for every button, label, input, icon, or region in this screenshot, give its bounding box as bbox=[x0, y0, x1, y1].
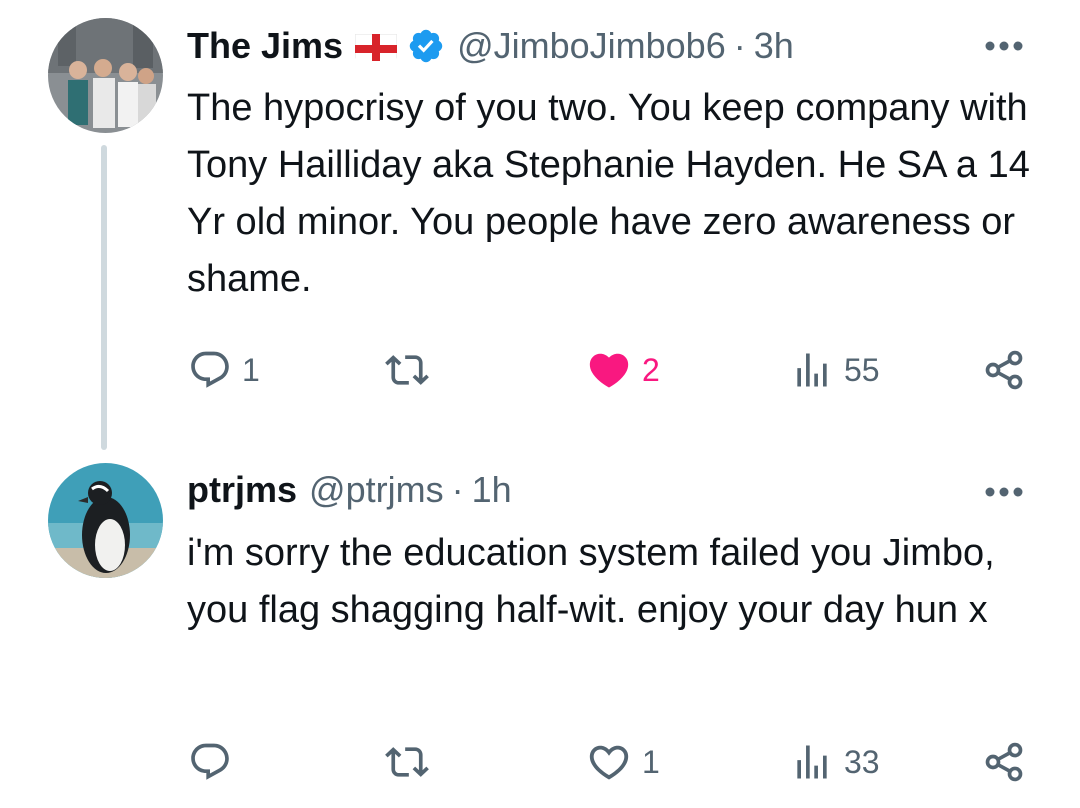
views-button[interactable]: 33 bbox=[790, 732, 880, 792]
heart-icon bbox=[586, 347, 632, 393]
retweet-icon bbox=[385, 740, 429, 784]
tweet-text: i'm sorry the education system failed yo… bbox=[187, 532, 995, 631]
share-icon bbox=[982, 348, 1026, 392]
separator-dot: · bbox=[733, 25, 746, 66]
retweet-button[interactable] bbox=[385, 340, 439, 400]
separator-dot: · bbox=[451, 469, 464, 510]
tweet-header: ptrjms @ptrjms · 1h bbox=[187, 460, 1020, 520]
retweet-button[interactable] bbox=[385, 732, 439, 792]
reply-button[interactable]: 1 bbox=[188, 340, 260, 400]
like-button[interactable]: 2 bbox=[586, 340, 660, 400]
share-button[interactable] bbox=[982, 340, 1026, 400]
author-handle[interactable]: @JimboJimbob6 bbox=[457, 25, 726, 67]
author-handle[interactable]: @ptrjms bbox=[309, 469, 444, 511]
like-count: 2 bbox=[642, 351, 660, 388]
verified-badge-icon[interactable] bbox=[407, 27, 445, 65]
tweet[interactable]: ptrjms @ptrjms · 1h i'm sorry the educat… bbox=[0, 440, 1080, 808]
england-flag-icon bbox=[355, 31, 398, 61]
avatar[interactable] bbox=[48, 463, 163, 578]
heart-icon bbox=[586, 739, 632, 785]
share-button[interactable] bbox=[982, 732, 1026, 792]
views-button[interactable]: 55 bbox=[790, 340, 880, 400]
more-dots-icon[interactable] bbox=[982, 24, 1026, 68]
retweet-icon bbox=[385, 348, 429, 392]
avatar[interactable] bbox=[48, 18, 163, 133]
tweet[interactable]: The Jims @JimboJimbob6 · 3h The hypocris… bbox=[0, 0, 1080, 440]
tweet-header: The Jims @JimboJimbob6 · 3h bbox=[187, 16, 1020, 76]
action-bar: 1 2 55 bbox=[0, 340, 1080, 400]
action-bar: 1 33 bbox=[0, 732, 1080, 792]
views-count: 55 bbox=[844, 351, 880, 388]
reply-button[interactable] bbox=[188, 732, 242, 792]
like-button[interactable]: 1 bbox=[586, 732, 660, 792]
reply-bubble-icon bbox=[188, 348, 232, 392]
views-bar-chart-icon bbox=[790, 740, 834, 784]
author-name[interactable]: The Jims bbox=[187, 25, 343, 67]
reply-count: 1 bbox=[242, 351, 260, 388]
views-bar-chart-icon bbox=[790, 348, 834, 392]
reply-bubble-icon bbox=[188, 740, 232, 784]
timestamp[interactable]: 1h bbox=[472, 469, 512, 511]
author-name[interactable]: ptrjms bbox=[187, 469, 297, 511]
tweet-text: The hypocrisy of you two. You keep compa… bbox=[187, 87, 1030, 300]
timestamp[interactable]: 3h bbox=[754, 25, 794, 67]
like-count: 1 bbox=[642, 743, 660, 780]
share-icon bbox=[982, 740, 1026, 784]
more-dots-icon[interactable] bbox=[982, 470, 1026, 514]
views-count: 33 bbox=[844, 743, 880, 780]
